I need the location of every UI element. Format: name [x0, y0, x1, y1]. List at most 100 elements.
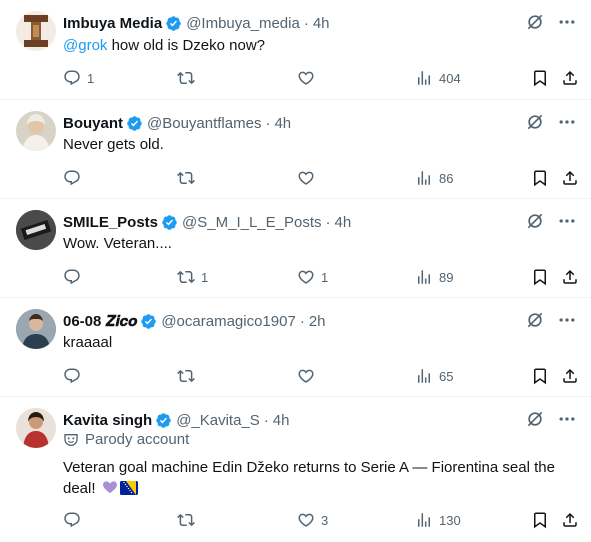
avatar[interactable] [16, 210, 56, 250]
post-top-actions [513, 409, 577, 429]
views-button[interactable]: 130 [415, 510, 461, 530]
like-button[interactable]: 3 [297, 510, 328, 530]
post-smile-posts[interactable]: SMILE_Posts @S_M_I_L_E_Posts · 4h Wow. V… [0, 199, 591, 298]
share-icon [561, 69, 579, 87]
avatar-image [16, 210, 56, 250]
post-kavita-singh[interactable]: Kavita singh @_Kavita_S · 4h Parody acco… [0, 397, 591, 542]
grok-icon[interactable] [525, 211, 545, 231]
user-handle[interactable]: @Bouyantflames [147, 115, 261, 132]
user-handle[interactable]: @_Kavita_S [176, 412, 260, 429]
timestamp[interactable]: 4h [273, 412, 290, 429]
more-icon[interactable] [557, 12, 577, 32]
bookmark-button[interactable] [531, 366, 549, 386]
separator-dot: · [325, 213, 331, 231]
bookmark-button[interactable] [531, 510, 549, 530]
display-name[interactable]: Kavita singh [63, 412, 152, 429]
parody-label-text: Parody account [85, 431, 190, 448]
reply-icon [63, 69, 81, 87]
post-header: SMILE_Posts @S_M_I_L_E_Posts · 4h [63, 211, 351, 233]
reply-button[interactable] [63, 510, 87, 530]
bookmark-icon [531, 169, 549, 187]
views-button[interactable]: 404 [415, 68, 461, 88]
grok-icon[interactable] [525, 310, 545, 330]
like-icon [297, 511, 315, 529]
share-button[interactable] [561, 267, 579, 287]
share-button[interactable] [561, 510, 579, 530]
like-button[interactable]: 1 [297, 267, 328, 287]
user-handle[interactable]: @ocaramagico1907 [161, 313, 295, 330]
reply-icon [63, 367, 81, 385]
more-icon[interactable] [557, 310, 577, 330]
like-button[interactable] [297, 168, 321, 188]
like-icon [297, 367, 315, 385]
reply-button[interactable] [63, 168, 87, 188]
more-icon[interactable] [557, 409, 577, 429]
repost-button[interactable] [177, 510, 201, 530]
like-button[interactable] [297, 68, 321, 88]
avatar[interactable] [16, 408, 56, 448]
separator-dot: · [265, 114, 271, 132]
repost-button[interactable] [177, 168, 201, 188]
more-icon[interactable] [557, 211, 577, 231]
post-top-actions [513, 310, 577, 330]
grok-icon[interactable] [525, 12, 545, 32]
grok-icon[interactable] [525, 112, 545, 132]
timestamp[interactable]: 2h [309, 313, 326, 330]
share-button[interactable] [561, 168, 579, 188]
views-button[interactable]: 89 [415, 267, 453, 287]
parody-account-label[interactable]: Parody account [63, 431, 189, 448]
reply-button[interactable] [63, 366, 87, 386]
views-count: 65 [439, 368, 454, 384]
repost-icon [177, 169, 195, 187]
bookmark-button[interactable] [531, 68, 549, 88]
avatar[interactable] [16, 111, 56, 151]
reply-button[interactable]: 1 [63, 68, 94, 88]
post-text: Never gets old. [63, 136, 164, 153]
post-zico[interactable]: 06-08 𝒁𝒊𝒄𝒐 @ocaramagico1907 · 2h kraaaal… [0, 298, 591, 397]
repost-button[interactable] [177, 68, 201, 88]
avatar-image [22, 114, 50, 151]
post-header: Bouyant @Bouyantflames · 4h [63, 112, 291, 134]
share-button[interactable] [561, 366, 579, 386]
grok-icon[interactable] [525, 409, 545, 429]
like-button[interactable] [297, 366, 321, 386]
display-name[interactable]: SMILE_Posts [63, 214, 158, 231]
avatar-image [24, 15, 48, 47]
more-icon[interactable] [557, 112, 577, 132]
views-button[interactable]: 65 [415, 366, 453, 386]
bookmark-button[interactable] [531, 168, 549, 188]
repost-icon [177, 367, 195, 385]
avatar[interactable] [16, 11, 56, 51]
reply-feed: Imbuya Media @Imbuya_media · 4h @grok ho… [0, 0, 591, 542]
timestamp[interactable]: 4h [313, 15, 330, 32]
reply-icon [63, 169, 81, 187]
avatar-image [16, 309, 56, 349]
display-name[interactable]: Imbuya Media [63, 15, 162, 32]
bookmark-icon [531, 268, 549, 286]
bookmark-button[interactable] [531, 267, 549, 287]
verified-badge-icon [126, 115, 143, 132]
repost-button[interactable] [177, 366, 201, 386]
share-button[interactable] [561, 68, 579, 88]
post-text: kraaaal [63, 334, 113, 351]
views-button[interactable]: 86 [415, 168, 453, 188]
user-handle[interactable]: @Imbuya_media [186, 15, 300, 32]
timestamp[interactable]: 4h [274, 115, 291, 132]
separator-dot: · [299, 312, 305, 330]
user-handle[interactable]: @S_M_I_L_E_Posts [182, 214, 321, 231]
timestamp[interactable]: 4h [335, 214, 352, 231]
repost-icon [177, 268, 195, 286]
mention-link[interactable]: @grok [63, 37, 107, 54]
post-text: @grok how old is Dzeko now? [63, 35, 573, 56]
reply-button[interactable] [63, 267, 87, 287]
post-header: 06-08 𝒁𝒊𝒄𝒐 @ocaramagico1907 · 2h [63, 310, 326, 332]
repost-button[interactable]: 1 [177, 267, 208, 287]
avatar[interactable] [16, 309, 56, 349]
display-name[interactable]: Bouyant [63, 115, 123, 132]
post-text: Wow. Veteran.... [63, 235, 172, 252]
repost-count: 1 [201, 269, 209, 285]
verified-badge-icon [140, 313, 157, 330]
display-name[interactable]: 06-08 𝒁𝒊𝒄𝒐 [63, 313, 137, 330]
post-bouyant[interactable]: Bouyant @Bouyantflames · 4h Never gets o… [0, 100, 591, 199]
post-imbuya-media[interactable]: Imbuya Media @Imbuya_media · 4h @grok ho… [0, 0, 591, 100]
